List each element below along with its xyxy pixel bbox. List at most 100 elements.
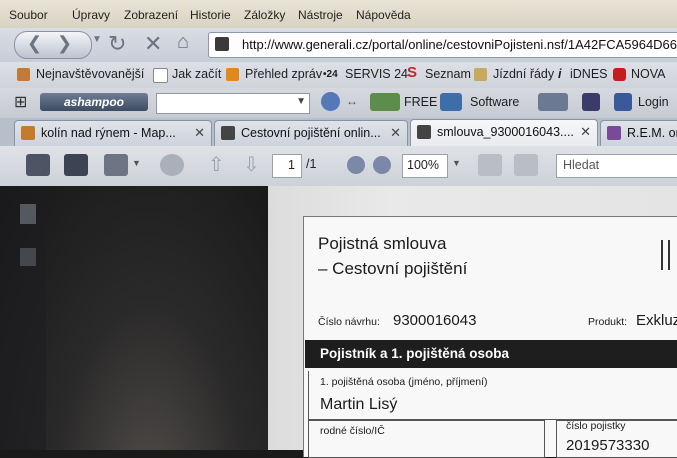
close-icon[interactable]: ✕: [580, 124, 591, 140]
login-button[interactable]: Login: [638, 95, 669, 109]
logo-fragment: [661, 240, 670, 270]
product-value: Exkluz: [636, 312, 677, 329]
rss-icon: [226, 68, 239, 81]
bookmark-servis24[interactable]: SERVIS 24: [345, 67, 408, 81]
section-header-title: Pojistník a 1. pojištěná osoba: [320, 346, 510, 361]
menu-upravy[interactable]: Úpravy: [72, 8, 110, 22]
url-text: http://www.generali.cz/portal/online/ces…: [242, 37, 677, 52]
policy-number-label: číslo pojistky: [566, 420, 626, 432]
save-icon[interactable]: [64, 154, 88, 176]
close-icon[interactable]: ✕: [194, 125, 205, 141]
history-dropdown-icon[interactable]: ▼: [92, 34, 102, 45]
search-dropdown-icon[interactable]: ▼: [296, 96, 306, 107]
site-favicon-icon: [215, 37, 229, 51]
facebook-icon: [614, 93, 632, 111]
seznam-icon: S: [407, 64, 418, 81]
birth-number-label: rodné číslo/IČ: [320, 425, 385, 437]
bookmark-nova[interactable]: NOVA: [631, 67, 666, 81]
tab-map[interactable]: kolín nad rýnem - Map... ✕: [14, 120, 212, 146]
toolbar-menu-icon[interactable]: ⊞: [14, 92, 27, 112]
free-icon: [370, 93, 400, 111]
close-icon[interactable]: ✕: [390, 125, 401, 141]
stop-icon[interactable]: ✕: [144, 31, 162, 57]
attachments-icon[interactable]: [20, 248, 36, 266]
tab-rem[interactable]: R.E.M. on: [600, 120, 677, 146]
zoom-value: 100%: [407, 158, 439, 172]
ashampoo-logo-text: ashampoo: [64, 95, 125, 109]
bookmark-news[interactable]: Přehled zpráv: [245, 67, 322, 81]
zoom-out-icon[interactable]: [347, 156, 365, 174]
tools-dropdown-icon[interactable]: ▼: [132, 158, 141, 168]
settings-icon[interactable]: [538, 93, 568, 111]
bookmark-timetables[interactable]: Jízdní řády: [493, 67, 554, 81]
extra-icon[interactable]: [582, 93, 600, 111]
find-input[interactable]: Hledat: [556, 154, 677, 178]
pages-panel-icon[interactable]: [20, 204, 36, 224]
generali-favicon-icon: [221, 126, 235, 140]
zoom-dropdown-icon[interactable]: ▼: [452, 158, 461, 168]
menu-zobrazeni[interactable]: Zobrazení: [124, 8, 178, 22]
policy-number-value: 2019573330: [566, 437, 650, 454]
fit-page-icon[interactable]: [478, 154, 502, 176]
bookmarks-toolbar: Nejnavštěvovanější Jak začít Přehled zpr…: [0, 62, 677, 88]
address-bar[interactable]: http://www.generali.cz/portal/online/ces…: [208, 32, 677, 58]
bookmark-getting-started[interactable]: Jak začít: [172, 67, 221, 81]
document-title-line1: Pojistná smlouva: [318, 234, 447, 253]
menu-zalozky[interactable]: Záložky: [244, 8, 285, 22]
tab-label: R.E.M. on: [627, 126, 677, 140]
menu-historie[interactable]: Historie: [190, 8, 231, 22]
page-number-value: 1: [288, 158, 295, 172]
search-go-icon[interactable]: [321, 92, 340, 111]
menu-napoveda[interactable]: Nápověda: [356, 8, 411, 22]
nova-icon: [613, 68, 626, 81]
generali-favicon-icon: [417, 125, 431, 139]
bookmark-seznam[interactable]: Seznam: [425, 67, 471, 81]
reload-icon[interactable]: ↻: [108, 31, 126, 57]
forward-icon[interactable]: ❯: [57, 33, 72, 54]
navigation-bar: ❮ ❯ ▼ ↻ ✕ ⌂ http://www.generali.cz/porta…: [0, 28, 677, 62]
bookmark-most-visited[interactable]: Nejnavštěvovanější: [36, 67, 144, 81]
bookmark-idnes[interactable]: iDNES: [570, 67, 608, 81]
tools-icon[interactable]: [104, 154, 128, 176]
proposal-number-value: 9300016043: [393, 312, 477, 329]
pdf-sidebar: [0, 186, 46, 450]
book-icon: [474, 68, 487, 81]
insured-person-name: Martin Lisý: [320, 396, 398, 413]
back-icon[interactable]: ❮: [27, 33, 42, 54]
next-page-icon[interactable]: ⇩: [243, 152, 260, 177]
free-label[interactable]: FREE: [404, 95, 437, 109]
document-title-line2: – Cestovní pojištění: [318, 259, 468, 278]
tab-label: kolín nad rýnem - Map...: [41, 126, 176, 140]
software-menu[interactable]: Software: [470, 95, 519, 109]
print-icon[interactable]: [26, 154, 50, 176]
tab-contract-pdf[interactable]: smlouva_9300016043.... ✕: [410, 119, 598, 146]
menu-soubor[interactable]: Soubor: [9, 8, 48, 22]
previous-page-icon[interactable]: ⇧: [208, 152, 225, 177]
tab-label: Cestovní pojištění onlin...: [241, 126, 381, 140]
ashampoo-toolbar: ⊞ ashampoo ▼ ↔ FREE Software Login: [0, 88, 677, 118]
zoom-in-icon[interactable]: [373, 156, 391, 174]
map-favicon-icon: [21, 126, 35, 140]
zoom-select[interactable]: 100%: [402, 154, 448, 178]
toolbar-search-input[interactable]: ▼: [156, 93, 310, 114]
tab-label: smlouva_9300016043....: [437, 125, 574, 139]
rem-favicon-icon: [607, 126, 621, 140]
page-total: /1: [306, 157, 317, 171]
page-number-input[interactable]: 1: [272, 154, 302, 178]
home-icon[interactable]: ⌂: [177, 31, 189, 54]
idnes-icon: i: [558, 67, 562, 81]
ashampoo-logo[interactable]: ashampoo: [40, 93, 148, 111]
page-icon: [153, 68, 168, 83]
back-forward-group: ❮ ❯: [14, 31, 92, 59]
fullscreen-icon[interactable]: [514, 154, 538, 176]
tab-strip: kolín nad rýnem - Map... ✕ Cestovní poji…: [0, 118, 677, 146]
product-label: Produkt:: [588, 316, 628, 328]
tab-travel-insurance[interactable]: Cestovní pojištění onlin... ✕: [214, 120, 408, 146]
insured-person-label: 1. pojištěná osoba (jméno, příjmení): [320, 376, 488, 388]
software-icon: [440, 93, 462, 111]
share-icon[interactable]: [160, 154, 184, 176]
arrows-icon: ↔: [346, 94, 358, 108]
find-placeholder: Hledat: [563, 158, 600, 172]
proposal-number-label: Číslo návrhu:: [318, 316, 380, 328]
menu-nastroje[interactable]: Nástroje: [298, 8, 343, 22]
